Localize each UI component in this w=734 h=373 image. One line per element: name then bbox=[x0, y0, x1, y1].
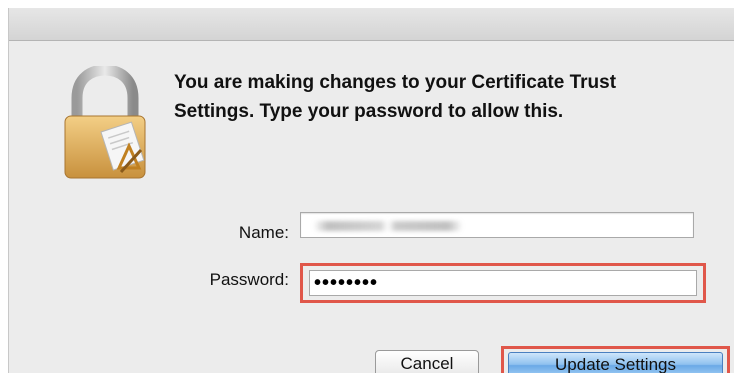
update-settings-button[interactable]: Update Settings bbox=[508, 352, 723, 373]
dialog-message: You are making changes to your Certifica… bbox=[174, 72, 617, 122]
password-field-highlight: •••••••• bbox=[300, 263, 706, 303]
update-settings-highlight: Update Settings bbox=[501, 346, 730, 373]
authorization-dialog: You are making changes to your Certifica… bbox=[8, 8, 734, 373]
name-field[interactable] bbox=[300, 212, 694, 238]
password-field[interactable]: •••••••• bbox=[309, 270, 697, 296]
name-label: Name: bbox=[238, 223, 289, 242]
obscured-name-value bbox=[313, 221, 463, 231]
dialog-titlebar[interactable] bbox=[9, 8, 734, 41]
lock-certificate-icon bbox=[64, 66, 146, 179]
password-label: Password: bbox=[209, 270, 289, 289]
cancel-button[interactable]: Cancel bbox=[375, 350, 479, 373]
